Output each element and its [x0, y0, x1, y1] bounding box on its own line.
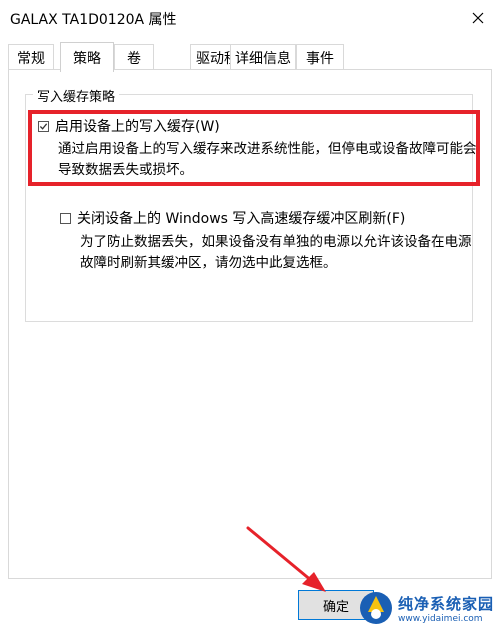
enable-write-cache-description: 通过启用设备上的写入缓存来改进系统性能，但停电或设备故障可能会 导致数据丢失或损… — [58, 139, 477, 181]
checkmark-icon — [39, 122, 48, 130]
turn-off-cache-flush-checkbox[interactable] — [60, 212, 71, 224]
watermark-logo-icon — [360, 592, 392, 624]
title-bar: GALAX TA1D0120A 属性 — [0, 0, 500, 36]
description-line: 导致数据丢失或损坏。 — [58, 162, 193, 178]
enable-write-cache-option[interactable]: 启用设备上的写入缓存(W) — [38, 116, 220, 136]
description-line: 为了防止数据丢失，如果设备没有单独的电源以允许该设备在电源 — [80, 234, 472, 250]
description-line: 故障时刷新其缓冲区，请勿选中此复选框。 — [80, 255, 337, 271]
turn-off-cache-flush-description: 为了防止数据丢失，如果设备没有单独的电源以允许该设备在电源 故障时刷新其缓冲区，… — [80, 232, 472, 274]
enable-write-cache-checkbox[interactable] — [38, 120, 49, 132]
turn-off-cache-flush-option[interactable]: 关闭设备上的 Windows 写入高速缓存缓冲区刷新(F) — [60, 208, 405, 228]
tab-events[interactable]: 事件 — [296, 44, 344, 70]
tab-volumes[interactable]: 卷 — [114, 44, 154, 70]
watermark-name: 纯净系统家园 — [398, 594, 495, 613]
description-line: 通过启用设备上的写入缓存来改进系统性能，但停电或设备故障可能会 — [58, 141, 477, 157]
watermark: 纯净系统家园 www.yidaimei.com — [358, 586, 500, 630]
group-title: 写入缓存策略 — [33, 86, 120, 105]
tab-policy[interactable]: 策略 — [60, 42, 114, 72]
enable-write-cache-label: 启用设备上的写入缓存(W) — [55, 119, 220, 135]
tab-details[interactable]: 详细信息 — [230, 44, 296, 70]
watermark-url: www.yidaimei.com — [398, 613, 483, 624]
close-icon — [472, 12, 484, 24]
tab-general[interactable]: 常规 — [8, 44, 54, 70]
turn-off-cache-flush-label: 关闭设备上的 Windows 写入高速缓存缓冲区刷新(F) — [77, 211, 406, 227]
window-title: GALAX TA1D0120A 属性 — [10, 12, 177, 28]
close-button[interactable] — [464, 4, 492, 32]
tab-bar: 常规 策略 卷 驱动程序 详细信息 事件 — [8, 42, 492, 72]
